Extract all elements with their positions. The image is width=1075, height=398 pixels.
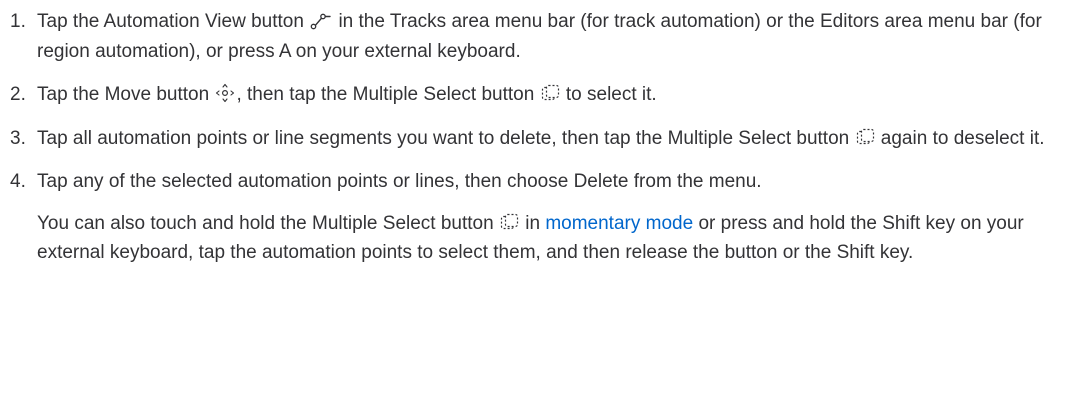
- step-text: Tap all automation points or line segmen…: [37, 124, 1065, 154]
- note-text: You can also touch and hold the Multiple…: [37, 212, 494, 234]
- step-2: 2. Tap the Move button , then tap the Mu…: [10, 80, 1065, 110]
- step-text-segment: again to deselect it.: [880, 127, 1045, 149]
- step-text-segment: Tap the Move button: [37, 84, 210, 105]
- steps-list: 1. Tap the Automation View button in the…: [10, 7, 1065, 197]
- step-text-segment: , then tap the Multiple Select button: [236, 84, 535, 105]
- step-1: 1. Tap the Automation View button in the…: [10, 7, 1065, 66]
- multiple-select-icon: [500, 213, 519, 232]
- momentary-mode-link[interactable]: momentary mode: [545, 213, 693, 234]
- move-icon: [215, 83, 235, 103]
- step-text: Tap any of the selected automation point…: [37, 167, 1065, 197]
- step-4: 4. Tap any of the selected automation po…: [10, 167, 1065, 197]
- step-3: 3. Tap all automation points or line seg…: [10, 124, 1065, 154]
- step-number: 2.: [10, 84, 26, 105]
- step-text-segment: Tap the Automation View button: [37, 11, 304, 32]
- instructions: 1. Tap the Automation View button in the…: [0, 0, 1075, 268]
- step-number: 4.: [10, 171, 26, 192]
- step-text: Tap the Move button , then tap the Multi…: [37, 80, 1065, 110]
- step-number: 3.: [10, 127, 26, 149]
- step-text-segment: Tap all automation points or line segmen…: [37, 127, 850, 149]
- note-text: in: [525, 212, 541, 234]
- step-text-segment: Tap any of the selected automation point…: [37, 171, 762, 192]
- step-number: 1.: [10, 11, 26, 32]
- automation-view-icon: [310, 12, 332, 30]
- multiple-select-icon: [541, 84, 560, 103]
- note-paragraph: You can also touch and hold the Multiple…: [37, 209, 1065, 268]
- multiple-select-icon: [856, 128, 875, 147]
- step-text-segment: to select it.: [565, 84, 657, 105]
- step-text: Tap the Automation View button in the Tr…: [37, 7, 1065, 66]
